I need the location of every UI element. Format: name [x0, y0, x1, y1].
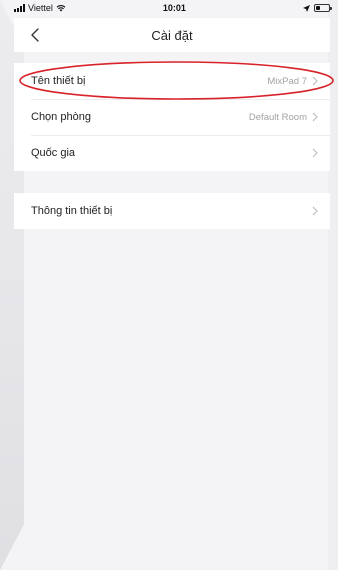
device-name-value: MixPad 7 — [267, 75, 307, 87]
status-bar: Viettel 10:01 — [14, 0, 332, 16]
location-arrow-icon — [302, 4, 310, 12]
device-name-row[interactable]: Tên thiết bị MixPad 7 — [14, 63, 330, 99]
navigation-bar: Cài đặt — [14, 18, 330, 52]
carrier-name: Viettel — [28, 3, 53, 13]
country-row[interactable]: Quốc gia — [14, 135, 330, 171]
chevron-right-icon — [312, 206, 318, 216]
choose-room-label: Chọn phòng — [31, 111, 91, 123]
country-label: Quốc gia — [31, 147, 76, 159]
settings-group-device: Tên thiết bị MixPad 7 Chọn phòng Default… — [14, 63, 330, 171]
device-info-label: Thông tin thiết bị — [31, 205, 113, 217]
page-title: Cài đặt — [151, 27, 193, 43]
choose-room-row[interactable]: Chọn phòng Default Room — [14, 99, 330, 135]
settings-group-info: Thông tin thiết bị — [14, 193, 330, 229]
device-name-label: Tên thiết bị — [31, 75, 86, 87]
battery-icon — [313, 4, 332, 12]
choose-room-value: Default Room — [248, 111, 307, 123]
wifi-icon — [56, 5, 66, 12]
status-right — [302, 4, 332, 12]
device-name-right: MixPad 7 — [267, 76, 318, 87]
device-info-row[interactable]: Thông tin thiết bị — [14, 193, 330, 229]
chevron-left-icon — [31, 28, 39, 42]
choose-room-right: Default Room — [249, 112, 318, 123]
country-right — [312, 148, 318, 158]
phone-screen: Viettel 10:01 Cài đặt Tên thiết bị MixPa… — [0, 0, 338, 570]
chevron-right-icon — [312, 76, 318, 86]
signal-icon — [14, 4, 25, 12]
chevron-right-icon — [312, 112, 318, 122]
status-time: 10:01 — [162, 3, 186, 13]
back-button[interactable] — [28, 26, 44, 44]
device-info-right — [312, 206, 318, 216]
status-left: Viettel — [14, 3, 66, 13]
chevron-right-icon — [312, 148, 318, 158]
